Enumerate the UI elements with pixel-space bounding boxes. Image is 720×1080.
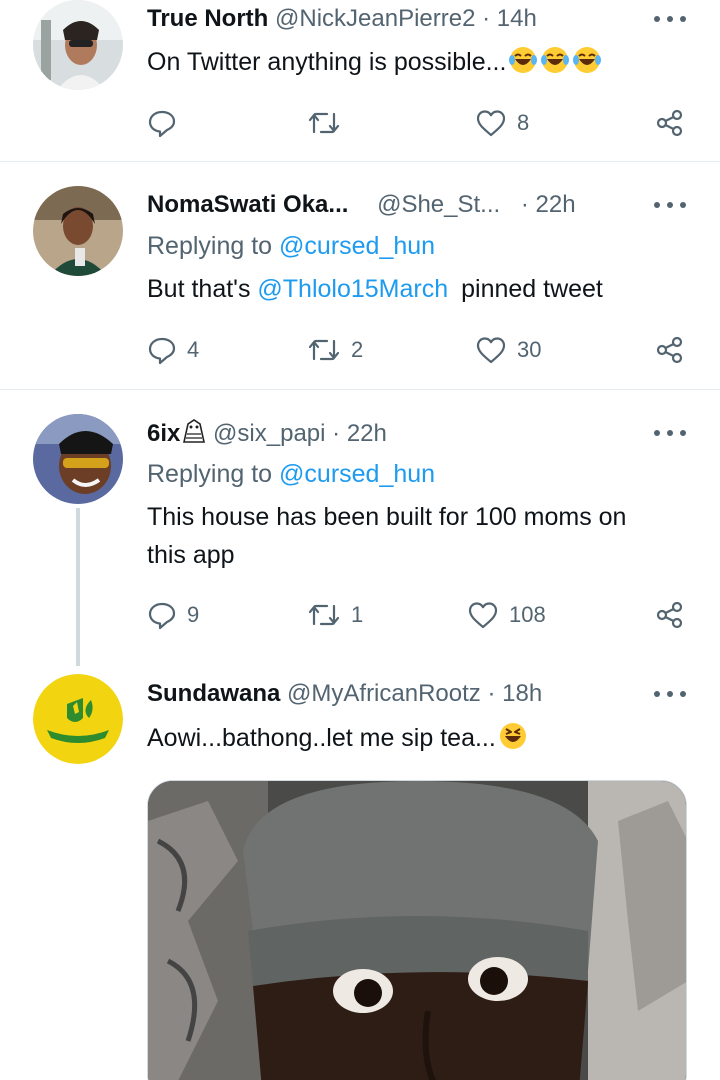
reply-count: 4 (187, 337, 200, 362)
tweet-text-body: On Twitter anything is possible... (147, 48, 507, 76)
timestamp[interactable]: 18h (502, 680, 542, 707)
tweet-header: True North @NickJeanPierre2 · 14h (147, 4, 690, 34)
heart-icon (468, 602, 498, 629)
reply-icon (148, 602, 176, 630)
tweet-actions: 9 1 108 (147, 597, 692, 633)
replying-to-line: Replying to @cursed_hun (147, 456, 435, 492)
like-count: 108 (509, 602, 546, 627)
reply-button[interactable]: 4 (147, 332, 199, 368)
replying-to-line: Replying to @cursed_hun (147, 228, 435, 264)
retweet-icon (308, 339, 340, 361)
separator-dot: · (482, 5, 491, 32)
retweet-count: 2 (351, 337, 364, 362)
reply-button[interactable]: 9 (147, 597, 199, 633)
user-handle[interactable]: @NickJeanPierre2 (275, 5, 475, 32)
tweet-text: On Twitter anything is possible... (147, 44, 602, 80)
user-handle[interactable]: @MyAfricanRootz (287, 680, 481, 707)
laughing-tears-emoji (509, 47, 538, 73)
user-handle[interactable]: @She_St... (377, 191, 500, 218)
laughing-tears-emoji (541, 47, 570, 73)
timestamp[interactable]: 22h (536, 191, 576, 218)
separator-dot: · (332, 420, 341, 447)
share-icon (656, 336, 683, 364)
tweet-3[interactable]: 6ix @six_papi · 22h Replying to @cursed_… (0, 390, 720, 670)
more-options-icon[interactable] (654, 689, 686, 699)
display-name[interactable]: NomaSwati Oka... (147, 191, 348, 218)
timestamp[interactable]: 22h (347, 420, 387, 447)
like-button[interactable]: 8 (475, 105, 529, 141)
avatar[interactable] (33, 186, 123, 276)
tweet-actions: 4 2 30 (147, 332, 692, 368)
tweet-header: Sundawana @MyAfricanRootz · 18h (147, 679, 690, 709)
share-button[interactable] (654, 105, 686, 141)
retweet-count: 1 (351, 602, 364, 627)
tweet-header: 6ix @six_papi · 22h (147, 418, 690, 449)
timestamp[interactable]: 14h (497, 5, 537, 32)
display-name[interactable]: 6ix (147, 420, 180, 447)
replying-to-handle[interactable]: @cursed_hun (279, 460, 435, 488)
tweet-text-line-1: This house has been built for 100 moms o… (147, 503, 627, 531)
more-options-icon[interactable] (654, 200, 686, 210)
like-count: 30 (517, 337, 542, 362)
user-handle[interactable]: @six_papi (213, 420, 325, 447)
avatar[interactable] (33, 674, 123, 764)
heart-icon (476, 337, 506, 364)
tweet-2[interactable]: NomaSwati Oka... @She_St... · 22h Replyi… (0, 162, 720, 390)
reply-icon (148, 110, 176, 138)
tweet-1[interactable]: True North @NickJeanPierre2 · 14h On Twi… (0, 0, 720, 162)
avatar[interactable] (33, 0, 123, 90)
tweet-text-before: But that's (147, 275, 251, 303)
share-button[interactable] (654, 597, 686, 633)
separator-dot: · (520, 191, 529, 218)
tweet-text-after: pinned tweet (461, 275, 603, 303)
reply-icon (148, 337, 176, 365)
grinning-squinting-emoji (499, 723, 526, 749)
more-options-icon[interactable] (654, 428, 686, 438)
display-name[interactable]: True North (147, 5, 268, 32)
replying-to-handle[interactable]: @cursed_hun (279, 232, 435, 260)
share-button[interactable] (654, 332, 686, 368)
tweet-header: NomaSwati Oka... @She_St... · 22h (147, 190, 690, 220)
tweet-text: But that's @Thlolo15March pinned tweet (147, 271, 603, 307)
tweet-media-photo[interactable] (147, 780, 687, 1080)
tweet-text-body: Aowi...bathong..let me sip tea... (147, 724, 496, 752)
retweet-icon (308, 604, 340, 626)
reply-count: 9 (187, 602, 200, 627)
tweet-actions: 8 (147, 105, 692, 141)
share-icon (656, 109, 683, 137)
tweet-text: Aowi...bathong..let me sip tea... (147, 720, 528, 756)
retweet-button[interactable] (307, 105, 351, 141)
like-button[interactable]: 30 (475, 332, 541, 368)
laughing-tears-emoji (573, 47, 602, 73)
separator-dot: · (487, 680, 496, 707)
heart-icon (476, 110, 506, 137)
replying-to-label: Replying to (147, 232, 273, 260)
retweet-icon (308, 112, 340, 134)
replying-to-label: Replying to (147, 460, 273, 488)
like-count: 8 (517, 110, 530, 135)
like-button[interactable]: 108 (467, 597, 546, 633)
tweet-text-line-2: this app (147, 541, 235, 569)
owl-emoji (183, 419, 206, 443)
more-options-icon[interactable] (654, 14, 686, 24)
retweet-button[interactable]: 2 (307, 332, 363, 368)
display-name[interactable]: Sundawana (147, 680, 280, 707)
reply-button[interactable] (147, 105, 187, 141)
avatar[interactable] (33, 414, 123, 504)
share-icon (656, 601, 683, 629)
retweet-button[interactable]: 1 (307, 597, 363, 633)
mention-link[interactable]: @Thlolo15March (257, 275, 448, 303)
